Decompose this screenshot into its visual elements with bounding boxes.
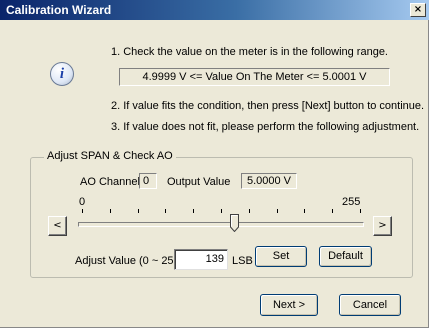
slider-tick <box>221 209 222 213</box>
close-icon: × <box>413 4 423 15</box>
instruction-step-1: 1. Check the value on the meter is in th… <box>111 46 388 58</box>
default-button[interactable]: Default <box>319 246 372 267</box>
slider-tick <box>360 209 361 213</box>
lsb-unit-label: LSB <box>232 255 253 267</box>
cancel-button[interactable]: Cancel <box>339 294 401 316</box>
info-icon: i <box>50 62 74 86</box>
instruction-step-3: 3. If value does not fit, please perform… <box>111 121 420 133</box>
range-display: 4.9999 V <= Value On The Meter <= 5.0001… <box>119 68 390 86</box>
close-button[interactable]: × <box>410 3 426 17</box>
slider-tick <box>82 209 83 213</box>
title-bar[interactable]: Calibration Wizard × <box>0 0 429 20</box>
slider-track[interactable] <box>78 222 364 227</box>
ao-channel-label: AO Channel <box>80 176 140 188</box>
slider-decrement-button[interactable]: < <box>48 216 67 236</box>
instruction-step-2: 2. If value fits the condition, then pre… <box>111 100 425 112</box>
slider-tick <box>138 209 139 213</box>
adjust-value-label: Adjust Value (0 ~ 255) <box>75 255 184 267</box>
slider-increment-button[interactable]: > <box>373 216 392 236</box>
slider-max-label: 255 <box>342 196 361 208</box>
slider-tick <box>165 209 166 213</box>
group-title: Adjust SPAN & Check AO <box>44 150 176 162</box>
next-button[interactable]: Next > <box>260 294 318 316</box>
output-value-label: Output Value <box>167 176 231 188</box>
slider-tick <box>249 209 250 213</box>
slider-thumb[interactable] <box>230 214 239 232</box>
slider-tick <box>332 209 333 213</box>
output-value: 5.0000 V <box>241 173 297 189</box>
set-button[interactable]: Set <box>255 246 307 267</box>
slider-tick <box>193 209 194 213</box>
chevron-left-icon: < <box>53 220 62 231</box>
ao-channel-value: 0 <box>139 173 157 189</box>
window-title: Calibration Wizard <box>6 3 112 17</box>
adjust-value-input[interactable]: 139 <box>174 249 228 270</box>
slider-tick <box>110 209 111 213</box>
calibration-wizard-window: Calibration Wizard × i 1. Check the valu… <box>0 0 429 328</box>
slider-min-label: 0 <box>79 196 86 208</box>
slider-tick <box>277 209 278 213</box>
chevron-right-icon: > <box>378 220 387 231</box>
slider-tick <box>304 209 305 213</box>
